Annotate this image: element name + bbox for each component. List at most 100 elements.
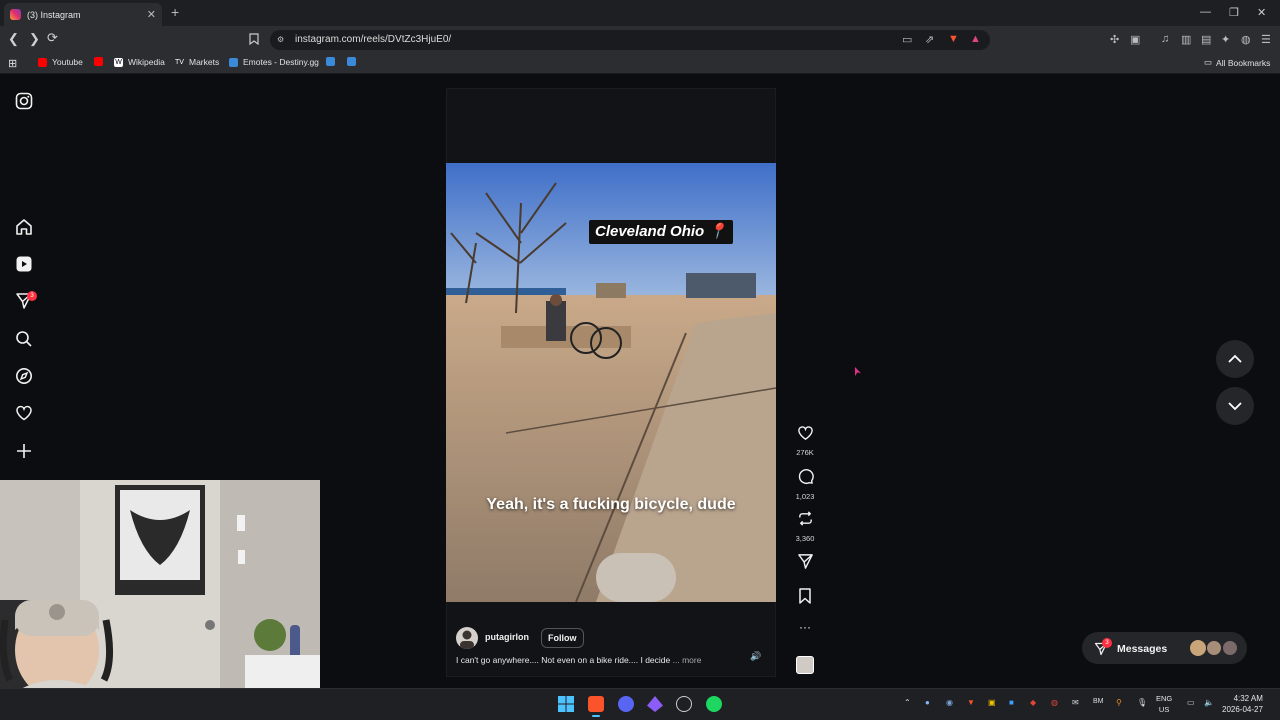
cast-icon[interactable]: ▭ — [902, 33, 912, 46]
volume-icon[interactable]: 🔈 — [1204, 698, 1214, 707]
caption-text: I can't go anywhere.... Not even on a bi… — [456, 655, 671, 665]
brave-shield-icon[interactable]: ▼ — [948, 33, 959, 45]
menu-icon[interactable]: ☰ — [1261, 33, 1271, 46]
screenshot-icon[interactable]: ▣ — [1130, 33, 1140, 46]
audio-thumbnail[interactable] — [790, 656, 820, 674]
microphone-icon[interactable]: 🎙 — [1137, 698, 1147, 707]
tray-steam-icon[interactable]: ◉ — [946, 698, 953, 707]
obs-icon[interactable] — [676, 696, 692, 712]
tray-app2-icon[interactable]: ■ — [1009, 698, 1014, 707]
folder-icon: ▭ — [1204, 57, 1213, 67]
messages-label: Messages — [1117, 643, 1168, 655]
tray-search-icon[interactable]: ⚲ — [1116, 698, 1122, 707]
media-icon[interactable]: ♫ — [1161, 33, 1169, 45]
share-icon[interactable]: ⇗ — [925, 33, 934, 46]
location-sticker: Cleveland Ohio 📍 — [589, 220, 734, 244]
windows-start-icon[interactable] — [558, 696, 574, 717]
bookmark-destiny-alt1[interactable] — [326, 57, 340, 66]
site-settings-icon[interactable]: ⚙ — [277, 35, 284, 44]
next-reel-button[interactable] — [1216, 387, 1254, 425]
tray-app4-icon[interactable]: ✉ — [1072, 698, 1079, 707]
comment-icon[interactable] — [797, 468, 814, 485]
follow-button[interactable]: Follow — [541, 628, 584, 648]
bookmark-markets[interactable]: TV Markets — [175, 57, 219, 67]
tray-brave-icon[interactable]: ▼ — [967, 698, 975, 707]
author-avatar[interactable] — [456, 627, 478, 649]
extensions-icon[interactable]: ✣ — [1110, 33, 1119, 46]
url-text[interactable]: instagram.com/reels/DVtZc3HjuE0/ — [295, 34, 451, 45]
bookmark-label: Markets — [189, 57, 220, 67]
minimize-icon[interactable]: — — [1200, 6, 1211, 18]
comment-action[interactable]: 1,023 — [790, 468, 820, 501]
author-username[interactable]: putagirlon — [485, 632, 529, 642]
more-options-icon[interactable]: ··· — [790, 620, 820, 634]
bookmark-destiny-alt2[interactable] — [347, 57, 361, 66]
like-action[interactable]: 276K — [790, 425, 820, 457]
bookmark-youtube[interactable]: Youtube — [38, 57, 83, 67]
clock-date: 2026-04-27 — [1222, 705, 1263, 714]
bookmark-page-icon[interactable] — [249, 33, 259, 48]
apps-grid-icon[interactable]: ⊞ — [8, 57, 17, 70]
mute-toggle-icon[interactable]: 🔊 — [750, 651, 761, 662]
webcam-overlay — [0, 480, 320, 720]
tray-overflow-icon[interactable]: ⌃ — [904, 698, 911, 707]
heart-icon[interactable] — [797, 425, 814, 441]
bookmark-icon[interactable] — [798, 588, 812, 604]
tray-shield-icon[interactable]: ◆ — [1030, 698, 1036, 707]
close-tab-icon[interactable]: ✕ — [147, 8, 156, 21]
bookmark-youtube-alt[interactable] — [94, 57, 108, 66]
back-icon[interactable]: ❮ — [8, 31, 19, 47]
spotify-icon[interactable] — [706, 696, 722, 712]
browser-tab-instagram[interactable]: (3) Instagram ✕ — [4, 3, 162, 26]
explore-icon[interactable] — [15, 367, 33, 385]
tray-chrome-icon[interactable]: ● — [925, 698, 930, 707]
create-plus-icon[interactable] — [15, 442, 33, 460]
leo-ai-icon[interactable]: ✦ — [1221, 33, 1230, 46]
clock-time: 4:32 AM — [1233, 694, 1263, 703]
tray-bm-icon[interactable]: BM — [1093, 698, 1104, 705]
previous-reel-button[interactable] — [1216, 340, 1254, 378]
network-icon[interactable]: ▭ — [1187, 698, 1195, 707]
search-icon[interactable] — [15, 330, 33, 348]
language-indicator[interactable]: ENG US — [1156, 693, 1172, 715]
tray-app3-icon[interactable]: ◍ — [1051, 698, 1058, 707]
bookmark-emotes-destiny[interactable]: Emotes - Destiny.gg — [229, 57, 319, 67]
send-icon[interactable] — [797, 553, 814, 570]
bookmark-label: Youtube — [52, 57, 83, 67]
restore-icon[interactable]: ❐ — [1229, 6, 1239, 19]
repost-icon[interactable] — [797, 510, 814, 527]
bookmark-wikipedia[interactable]: W Wikipedia — [114, 57, 165, 67]
all-bookmarks-folder[interactable]: ▭ All Bookmarks — [1204, 57, 1270, 68]
sidebar-toggle-icon[interactable]: ▥ — [1181, 33, 1191, 46]
home-icon[interactable] — [15, 218, 33, 236]
caption-more-link[interactable]: ... more — [673, 655, 702, 665]
new-tab-button[interactable]: + — [171, 4, 179, 20]
discord-icon[interactable] — [618, 696, 634, 712]
system-clock[interactable]: 4:32 AM 2026-04-27 — [1222, 693, 1263, 715]
instagram-favicon-icon — [10, 9, 21, 20]
message-avatar-2 — [1206, 640, 1222, 656]
repost-action[interactable]: 3,360 — [790, 510, 820, 543]
heart-icon[interactable] — [15, 404, 33, 422]
vpn-icon[interactable]: ◍ — [1241, 33, 1251, 46]
bookmark-label: Emotes - Destiny.gg — [243, 57, 319, 67]
notification-badge: 3 — [27, 291, 37, 301]
reload-icon[interactable]: ⟳ — [47, 30, 58, 46]
wallet-icon[interactable]: ▤ — [1201, 33, 1211, 46]
destiny-icon — [229, 57, 238, 67]
destiny-icon — [347, 57, 356, 66]
youtube-icon — [38, 57, 47, 67]
active-app-indicator — [592, 715, 600, 717]
reel-caption[interactable]: I can't go anywhere.... Not even on a bi… — [456, 655, 736, 665]
instagram-logo-icon[interactable] — [15, 92, 33, 110]
message-avatar-3 — [1222, 640, 1238, 656]
tray-app-icon[interactable]: ▣ — [988, 698, 996, 707]
reels-icon[interactable] — [15, 255, 33, 273]
brave-browser-icon[interactable] — [588, 696, 604, 712]
tradingview-icon: TV — [175, 57, 184, 67]
brave-rewards-icon[interactable]: ▲ — [970, 33, 981, 45]
close-window-icon[interactable]: ✕ — [1257, 6, 1266, 19]
forward-icon[interactable]: ❯ — [29, 31, 40, 47]
share-action[interactable] — [790, 553, 820, 575]
save-action[interactable] — [790, 588, 820, 609]
